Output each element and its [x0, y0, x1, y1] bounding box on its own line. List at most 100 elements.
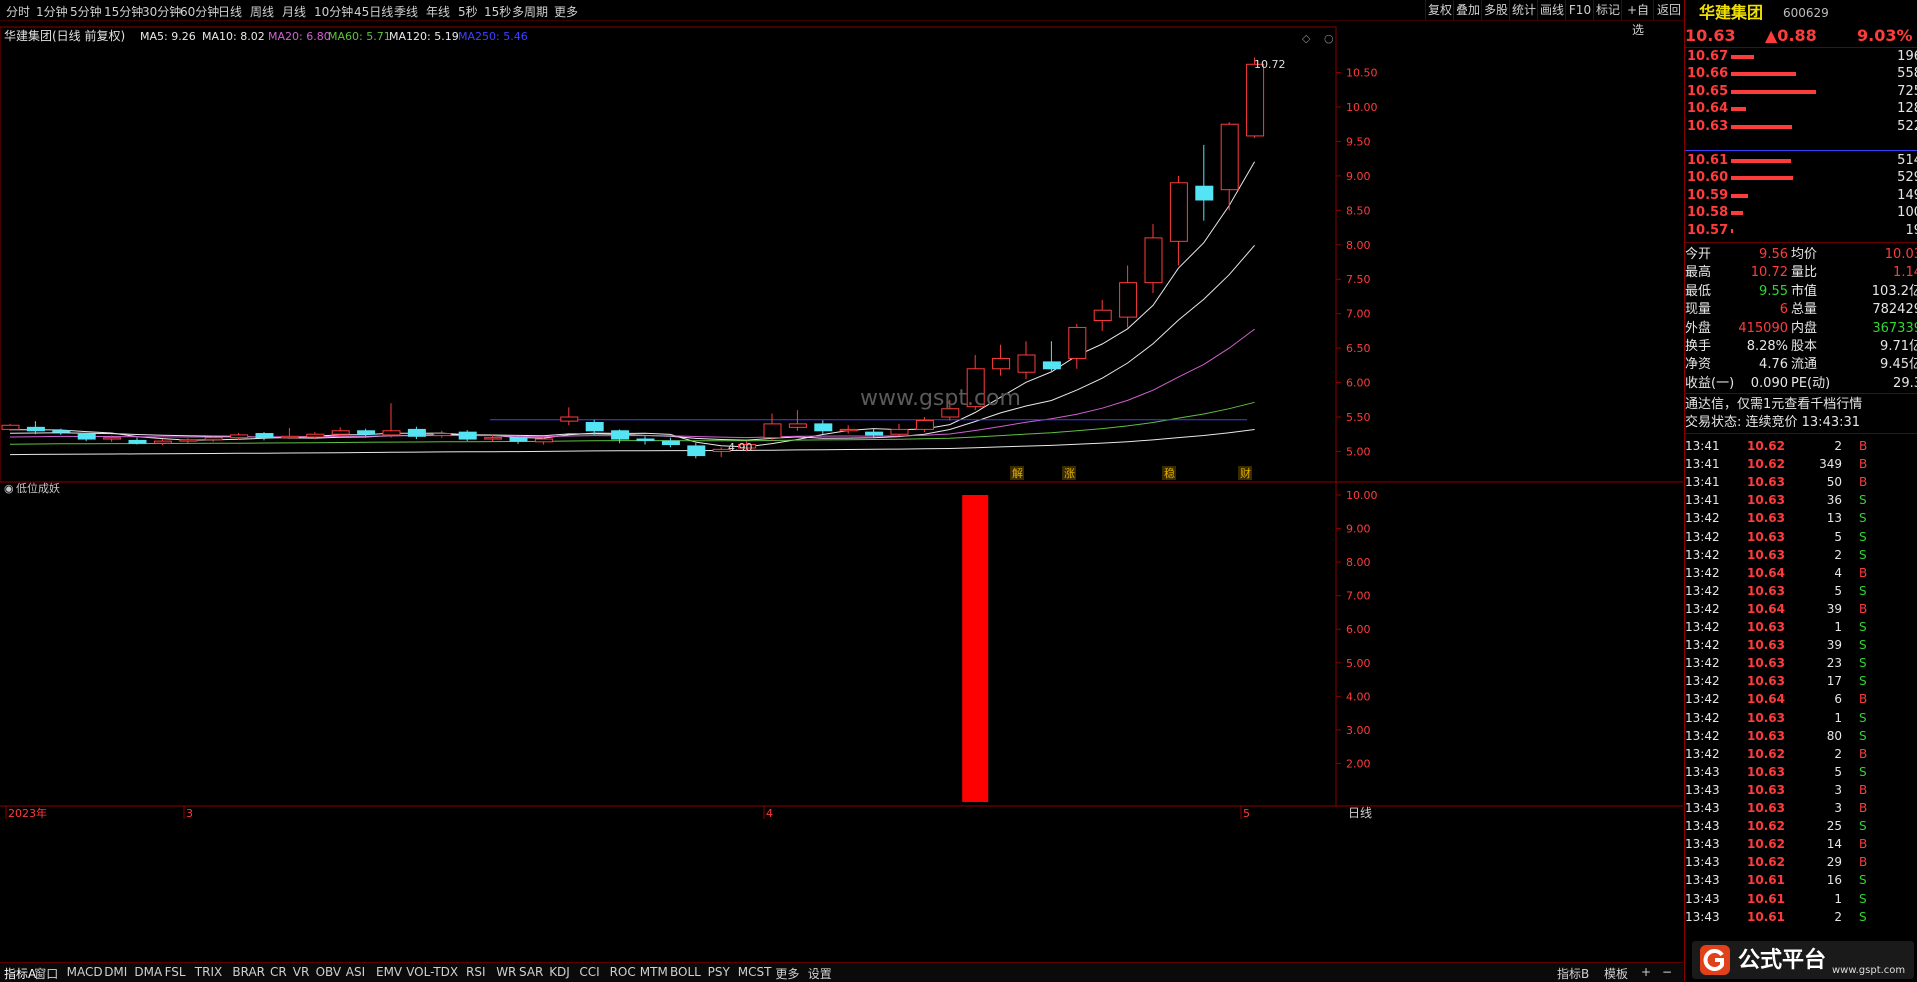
candle[interactable] [52, 430, 71, 433]
indicator-tab-5[interactable]: FSL [165, 965, 186, 979]
candle[interactable] [306, 433, 325, 438]
toolbar-button-5[interactable]: F10 [1565, 0, 1594, 20]
period-9[interactable]: 10分钟 [314, 3, 353, 20]
candle[interactable] [484, 437, 503, 440]
tabs-right-2[interactable]: + [1641, 965, 1651, 979]
candle[interactable] [509, 437, 528, 442]
period-7[interactable]: 周线 [250, 3, 274, 20]
candle[interactable] [280, 435, 299, 439]
toolbar-button-6[interactable]: 标记 [1593, 0, 1622, 20]
indicator-tab-8[interactable]: CR [270, 965, 287, 979]
indicator-tab-16[interactable]: SAR [519, 965, 543, 979]
period-1[interactable]: 1分钟 [36, 3, 68, 20]
period-14[interactable]: 15秒 [484, 3, 511, 20]
candle[interactable] [128, 439, 147, 444]
indicator-tab-4[interactable]: DMA [134, 965, 162, 979]
period-13[interactable]: 5秒 [458, 3, 478, 20]
candle[interactable] [1220, 123, 1239, 191]
tabs-right-3[interactable]: − [1662, 965, 1672, 979]
candle[interactable] [839, 428, 858, 432]
tabs-right-1[interactable]: 模板 [1604, 965, 1628, 982]
toolbar-button-4[interactable]: 画线 [1537, 0, 1566, 20]
promo-notice[interactable]: 通达信，仅需1元查看千档行情 [1685, 396, 1862, 414]
toolbar-button-8[interactable]: 返回 [1653, 0, 1684, 20]
indicator-tab-1[interactable]: 窗口 [34, 965, 58, 982]
candle[interactable] [382, 430, 401, 436]
candle[interactable] [1068, 326, 1087, 359]
indicator-tab-25[interactable]: 设置 [808, 965, 832, 982]
indicator-tab-12[interactable]: EMV [376, 965, 402, 979]
candle[interactable] [611, 430, 630, 440]
toolbar-button-1[interactable]: 叠加 [1453, 0, 1482, 20]
bids-row[interactable]: 10.57 19 [1685, 222, 1917, 240]
bids-row[interactable]: 10.61 514 [1685, 152, 1917, 170]
asks-row[interactable]: 10.65 725 [1685, 83, 1917, 101]
timeframe-label[interactable]: 日线 [1348, 806, 1372, 820]
candle[interactable] [763, 423, 782, 439]
candle[interactable] [992, 357, 1011, 370]
candle[interactable] [1119, 282, 1138, 318]
toolbar-button-3[interactable]: 统计 [1509, 0, 1538, 20]
indicator-tab-23[interactable]: MCST [738, 965, 772, 979]
candle[interactable] [865, 431, 884, 436]
candle[interactable] [788, 423, 807, 428]
candle[interactable] [407, 428, 426, 437]
indicator-tab-7[interactable]: BRAR [232, 965, 265, 979]
period-3[interactable]: 15分钟 [104, 3, 143, 20]
period-16[interactable]: 更多 [554, 3, 578, 20]
kline-chart[interactable]: 华建集团(日线 前复权) MA5: 9.26 MA10: 8.02 MA20: 6.… [0, 20, 1683, 976]
period-15[interactable]: 多周期 [512, 3, 548, 20]
indicator-dropdown-icon[interactable]: ◉ [4, 482, 14, 495]
candle[interactable] [1, 424, 20, 430]
asks-row[interactable]: 10.64 128 [1685, 100, 1917, 118]
indicator-tab-15[interactable]: WR [496, 965, 516, 979]
candle[interactable] [458, 431, 477, 440]
candle[interactable] [534, 438, 553, 443]
candle[interactable] [204, 437, 223, 441]
asks-row[interactable]: 10.63 522 [1685, 118, 1917, 136]
candle[interactable] [890, 428, 909, 435]
close-chart-icon[interactable]: ◇ [1302, 32, 1311, 45]
candle[interactable] [331, 430, 350, 435]
candle[interactable] [1195, 185, 1214, 201]
indicator-tab-0[interactable]: 指标A [4, 965, 36, 982]
toolbar-button-2[interactable]: 多股 [1481, 0, 1510, 20]
candle[interactable] [153, 440, 172, 444]
candle[interactable] [1144, 237, 1163, 284]
indicator-tab-10[interactable]: OBV [316, 965, 342, 979]
event-label-1[interactable]: 涨 [1064, 467, 1075, 480]
indicator-tab-19[interactable]: ROC [610, 965, 636, 979]
indicator-tab-24[interactable]: 更多 [775, 965, 799, 982]
signal-bar[interactable] [962, 495, 989, 802]
candle[interactable] [814, 423, 833, 432]
event-label-2[interactable]: 稳 [1164, 466, 1175, 480]
indicator-tab-20[interactable]: MTM [640, 965, 668, 979]
period-12[interactable]: 年线 [426, 3, 450, 20]
bids-row[interactable]: 10.58 100 [1685, 204, 1917, 222]
period-8[interactable]: 月线 [282, 3, 306, 20]
bids-row[interactable]: 10.60 529 [1685, 169, 1917, 187]
indicator-tab-17[interactable]: KDJ [549, 965, 570, 979]
event-label-3[interactable]: 财 [1240, 466, 1251, 480]
candle[interactable] [1017, 354, 1036, 373]
indicator-tab-2[interactable]: MACD [67, 965, 103, 979]
period-10[interactable]: 45日线 [354, 3, 393, 20]
indicator-tab-6[interactable]: TRIX [195, 965, 222, 979]
candle[interactable] [1246, 63, 1265, 137]
toolbar-button-7[interactable]: +自选 [1621, 0, 1654, 37]
period-0[interactable]: 分时 [6, 3, 30, 20]
period-2[interactable]: 5分钟 [70, 3, 102, 20]
candle[interactable] [560, 416, 579, 422]
indicator-tab-9[interactable]: VR [293, 965, 310, 979]
candle[interactable] [230, 434, 249, 439]
candle[interactable] [77, 433, 96, 440]
collapse-icon[interactable]: ○ [1324, 32, 1334, 45]
asks-row[interactable]: 10.66 558 [1685, 65, 1917, 83]
candle[interactable] [636, 438, 655, 441]
period-4[interactable]: 30分钟 [142, 3, 181, 20]
candle[interactable] [1042, 361, 1061, 370]
toolbar-button-0[interactable]: 复权 [1425, 0, 1454, 20]
indicator-tab-3[interactable]: DMI [104, 965, 127, 979]
candle[interactable] [1169, 182, 1188, 242]
indicator-tab-13[interactable]: VOL-TDX [406, 965, 458, 979]
